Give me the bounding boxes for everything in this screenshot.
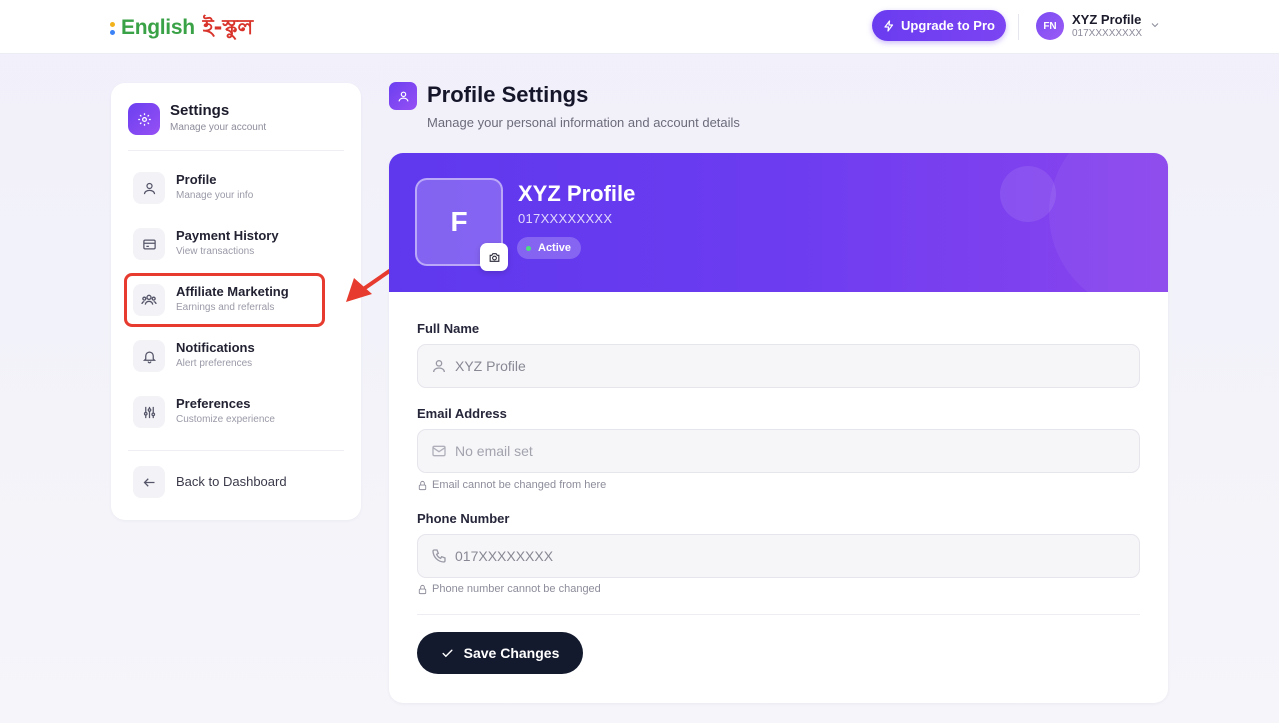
full-name-label: Full Name (417, 321, 480, 336)
sidebar-subtitle: Manage your account (170, 122, 267, 133)
banner-decoration (1049, 153, 1168, 313)
sidebar-title: Settings (170, 102, 230, 119)
profile-card: F XYZ Profile 017XXXXXXXX Active Full Na… (389, 153, 1168, 703)
user-icon (433, 360, 445, 373)
sidebar-item-sub: View transactions (176, 246, 255, 257)
banner-decoration-circle (1000, 166, 1056, 222)
sidebar-item-label: Profile (176, 172, 217, 187)
app-logo[interactable]: English ই-স্কুল (110, 8, 253, 48)
header-divider (1018, 14, 1019, 40)
phone-field[interactable] (417, 534, 1140, 578)
back-to-dashboard-label: Back to Dashboard (176, 474, 287, 489)
sidebar-divider (128, 150, 344, 151)
page-subtitle: Manage your personal information and acc… (427, 115, 740, 130)
status-label: Active (538, 242, 572, 254)
credit-card-icon (133, 228, 165, 260)
email-field[interactable] (417, 429, 1140, 473)
email-note: Email cannot be changed from here (417, 479, 606, 491)
sidebar-item-payment-history[interactable]: Payment History View transactions (125, 219, 325, 269)
phone-input[interactable] (455, 535, 1115, 577)
form-divider (417, 614, 1140, 615)
arrow-left-icon (133, 466, 165, 498)
back-to-dashboard-link[interactable]: Back to Dashboard (125, 457, 325, 507)
profile-phone: 017XXXXXXXX (518, 211, 613, 226)
camera-icon (489, 252, 499, 262)
profile-name: XYZ Profile (518, 181, 636, 206)
page-title: Profile Settings (427, 82, 589, 107)
sliders-icon (133, 396, 165, 428)
bell-icon (133, 340, 165, 372)
sidebar-item-profile[interactable]: Profile Manage your info (125, 163, 325, 213)
lock-icon (418, 480, 427, 490)
sidebar-item-notifications[interactable]: Notifications Alert preferences (125, 331, 325, 381)
email-note-text: Email cannot be changed from here (432, 479, 607, 491)
phone-label: Phone Number (417, 511, 510, 526)
sidebar-item-sub: Customize experience (176, 414, 275, 425)
sidebar-item-label: Notifications (176, 340, 255, 355)
upgrade-to-pro-button[interactable]: Upgrade to Pro (872, 10, 1006, 41)
sidebar-item-preferences[interactable]: Preferences Customize experience (125, 387, 325, 437)
sidebar-item-sub: Manage your info (176, 190, 254, 201)
check-icon (442, 649, 453, 657)
sidebar-divider (128, 450, 344, 451)
sidebar-item-label: Payment History (176, 228, 279, 243)
settings-gear-icon (128, 103, 160, 135)
sidebar-item-sub: Alert preferences (176, 358, 253, 369)
top-header: English ই-স্কুল Upgrade to Pro FN XYZ Pr… (0, 0, 1279, 54)
status-dot-icon (526, 245, 531, 251)
profile-icon (389, 82, 417, 110)
lock-icon (418, 584, 427, 594)
change-photo-button[interactable] (480, 243, 508, 271)
settings-sidebar: Settings Manage your account Profile Man… (111, 83, 361, 520)
lightning-icon (884, 19, 894, 32)
sidebar-item-sub: Earnings and referrals (176, 302, 275, 313)
logo-text-bangla: ই-স্কুল (202, 14, 254, 39)
logo-text-english: English (121, 16, 195, 39)
mail-icon (432, 445, 446, 457)
full-name-input[interactable] (455, 345, 1115, 387)
chevron-down-icon[interactable] (1149, 19, 1161, 31)
user-name[interactable]: XYZ Profile (1072, 12, 1141, 27)
user-avatar[interactable]: FN (1036, 12, 1064, 40)
user-icon (133, 172, 165, 204)
phone-note-text: Phone number cannot be changed (432, 583, 601, 595)
profile-banner: F XYZ Profile 017XXXXXXXX Active (389, 153, 1168, 313)
save-changes-label: Save Changes (463, 645, 560, 661)
save-changes-button[interactable]: Save Changes (417, 632, 583, 674)
upgrade-label: Upgrade to Pro (901, 18, 995, 33)
full-name-field[interactable] (417, 344, 1140, 388)
email-label: Email Address (417, 406, 507, 421)
status-badge: Active (517, 237, 582, 259)
email-input[interactable] (455, 430, 1115, 472)
sidebar-item-label: Affiliate Marketing (176, 284, 289, 299)
user-phone: 017XXXXXXXX (1072, 28, 1143, 39)
users-icon (133, 284, 165, 316)
sidebar-item-affiliate-marketing[interactable]: Affiliate Marketing Earnings and referra… (125, 275, 325, 325)
phone-note: Phone number cannot be changed (417, 583, 601, 595)
logo-dots (110, 21, 115, 35)
phone-icon (432, 549, 446, 563)
sidebar-item-label: Preferences (176, 396, 251, 411)
